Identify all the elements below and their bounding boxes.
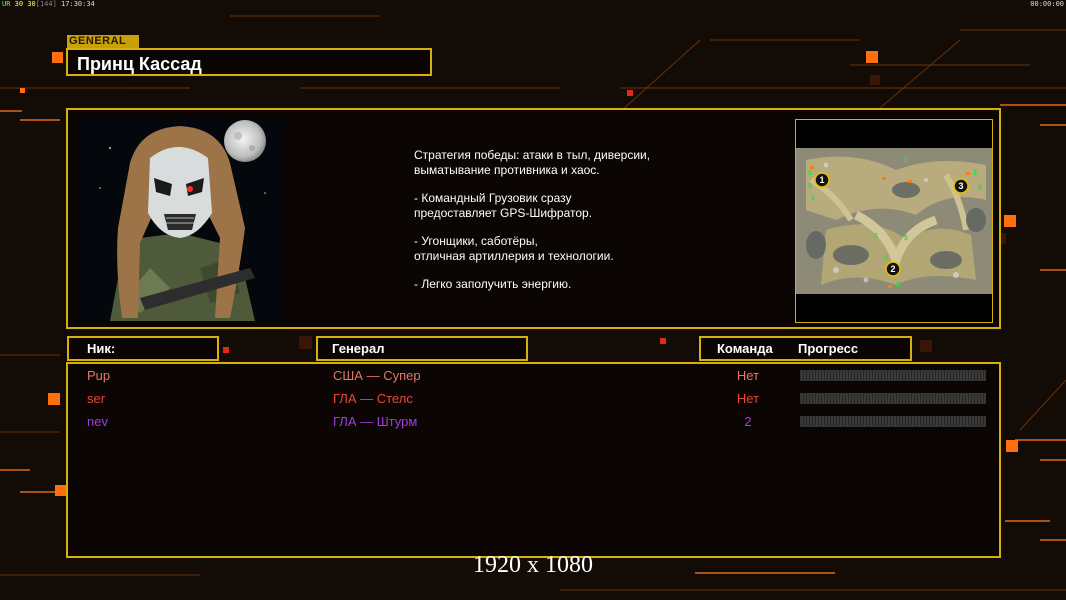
svg-text:$: $: [808, 170, 812, 177]
player-general: ГЛА — Стелс: [333, 391, 413, 406]
players-panel: Pup США — Супер Нет ser ГЛА — Стелс Нет …: [66, 362, 1001, 558]
map-slot-1: 1: [819, 175, 824, 185]
player-team: Нет: [736, 368, 760, 383]
column-header-progress: Прогресс: [798, 341, 859, 356]
player-progress-bar: [800, 393, 986, 404]
player-row: nev ГЛА — Штурм 2: [68, 412, 999, 432]
column-header-team: Команда: [717, 341, 773, 356]
strategy-line: - Угонщики, саботёры, отличная артиллери…: [414, 234, 614, 263]
svg-text:$: $: [811, 195, 815, 202]
fps-counter: UR 30 30[144] 17:30:34: [2, 0, 95, 8]
player-team: Нет: [736, 391, 760, 406]
column-header-team-progress: Команда Прогресс: [699, 336, 912, 361]
map-image: 1 2 3 $ $ $ $ $ $ $ $ $ $: [796, 120, 992, 322]
fps-value: 30: [14, 0, 24, 8]
player-row: Pup США — Супер Нет: [68, 366, 999, 386]
player-nick: ser: [87, 391, 106, 406]
resolution-label: 1920 x 1080: [473, 552, 593, 578]
fps-limit: 30: [27, 0, 36, 8]
column-header-general: Генерал: [316, 336, 528, 361]
general-tag: GENERAL: [67, 35, 139, 48]
player-general: США — Супер: [333, 368, 421, 383]
clock: 17:30:34: [61, 0, 95, 8]
general-portrait: [80, 118, 284, 321]
map-slot-2: 2: [890, 264, 895, 274]
portrait-image: [80, 118, 284, 321]
strategy-description: Стратегия победы: атаки в тыл, диверсии,…: [414, 148, 714, 306]
player-row: ser ГЛА — Стелс Нет: [68, 389, 999, 409]
svg-text:$: $: [904, 157, 908, 164]
player-progress-bar: [800, 370, 986, 381]
svg-text:$: $: [904, 235, 908, 242]
map-slot-3: 3: [958, 181, 963, 191]
svg-text:$: $: [973, 170, 977, 177]
player-general: ГЛА — Штурм: [333, 414, 418, 429]
strategy-line: - Командный Грузовик сразу предоставляет…: [414, 191, 593, 220]
fps-label: UR: [2, 0, 11, 8]
column-header-nick: Ник:: [67, 336, 219, 361]
game-timer: 00:00:00: [1030, 0, 1064, 8]
svg-text:$: $: [874, 233, 878, 240]
svg-text:$: $: [978, 185, 982, 192]
player-nick: nev: [87, 414, 108, 429]
player-progress-bar: [800, 416, 986, 427]
general-info-panel: Стратегия победы: атаки в тыл, диверсии,…: [66, 108, 1001, 329]
fps-bracket: [144]: [35, 0, 57, 8]
strategy-line: - Легко заполучить энергию.: [414, 277, 572, 291]
map-preview[interactable]: 1 2 3 $ $ $ $ $ $ $ $ $ $: [795, 119, 993, 323]
player-team: 2: [744, 414, 752, 429]
svg-text:$: $: [884, 255, 888, 262]
strategy-line: Стратегия победы: атаки в тыл, диверсии,…: [414, 148, 651, 177]
svg-text:$: $: [808, 183, 812, 190]
general-title: Принц Кассад: [66, 48, 432, 76]
player-nick: Pup: [87, 368, 111, 383]
svg-text:$: $: [896, 282, 900, 289]
